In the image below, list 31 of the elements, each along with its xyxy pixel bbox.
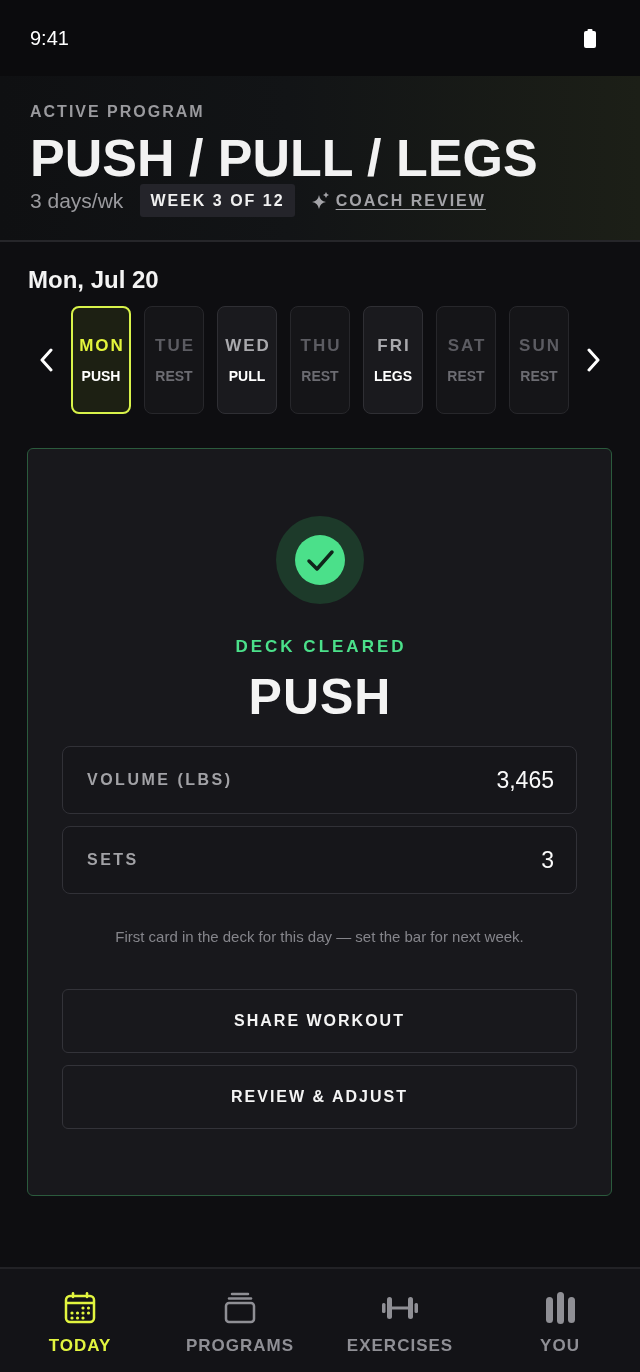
tab-item[interactable]: PROGRAMS (160, 1269, 320, 1372)
coach-review-link[interactable]: COACH REVIEW (311, 191, 486, 210)
tab-item[interactable]: TODAY (0, 1269, 160, 1372)
status-time: 9:41 (30, 26, 69, 50)
bars-icon (545, 1292, 575, 1324)
section-label: ACTIVE PROGRAM (30, 102, 205, 122)
sparkle-icon (311, 192, 329, 209)
date-heading: Mon, Jul 20 (28, 266, 159, 294)
chevron-left-icon[interactable] (40, 348, 53, 372)
stat-label: VOLUME (LBS) (87, 771, 233, 789)
note-text: First card in the deck for this day — set the bar for next week. (115, 927, 524, 947)
program-title: PUSH / PULL / LEGS (30, 132, 538, 184)
calendar-icon (64, 1292, 96, 1324)
day-chip[interactable]: WED PULL (217, 306, 277, 414)
status-label: DECK CLEARED (234, 636, 407, 658)
action-button[interactable]: REVIEW & ADJUST (62, 1065, 577, 1129)
tab-item[interactable]: EXERCISES (320, 1269, 480, 1372)
stat-value: 3,465 (496, 766, 554, 794)
success-check-icon (275, 516, 364, 604)
stacked-cards-icon (224, 1292, 256, 1324)
day-chip[interactable]: FRI LEGS (363, 306, 423, 414)
workout-title: PUSH (247, 672, 392, 722)
stat-value: 3 (541, 846, 554, 874)
chevron-right-icon[interactable] (587, 348, 600, 372)
battery-icon (584, 28, 596, 48)
day-chip[interactable]: MON PUSH (71, 306, 131, 414)
action-button[interactable]: SHARE WORKOUT (62, 989, 577, 1053)
tab-item[interactable]: YOU (480, 1269, 640, 1372)
stat-label: SETS (87, 851, 139, 869)
week-badge: WEEK 3 OF 12 (140, 184, 295, 217)
frequency-text: 3 days/wk (30, 188, 124, 213)
